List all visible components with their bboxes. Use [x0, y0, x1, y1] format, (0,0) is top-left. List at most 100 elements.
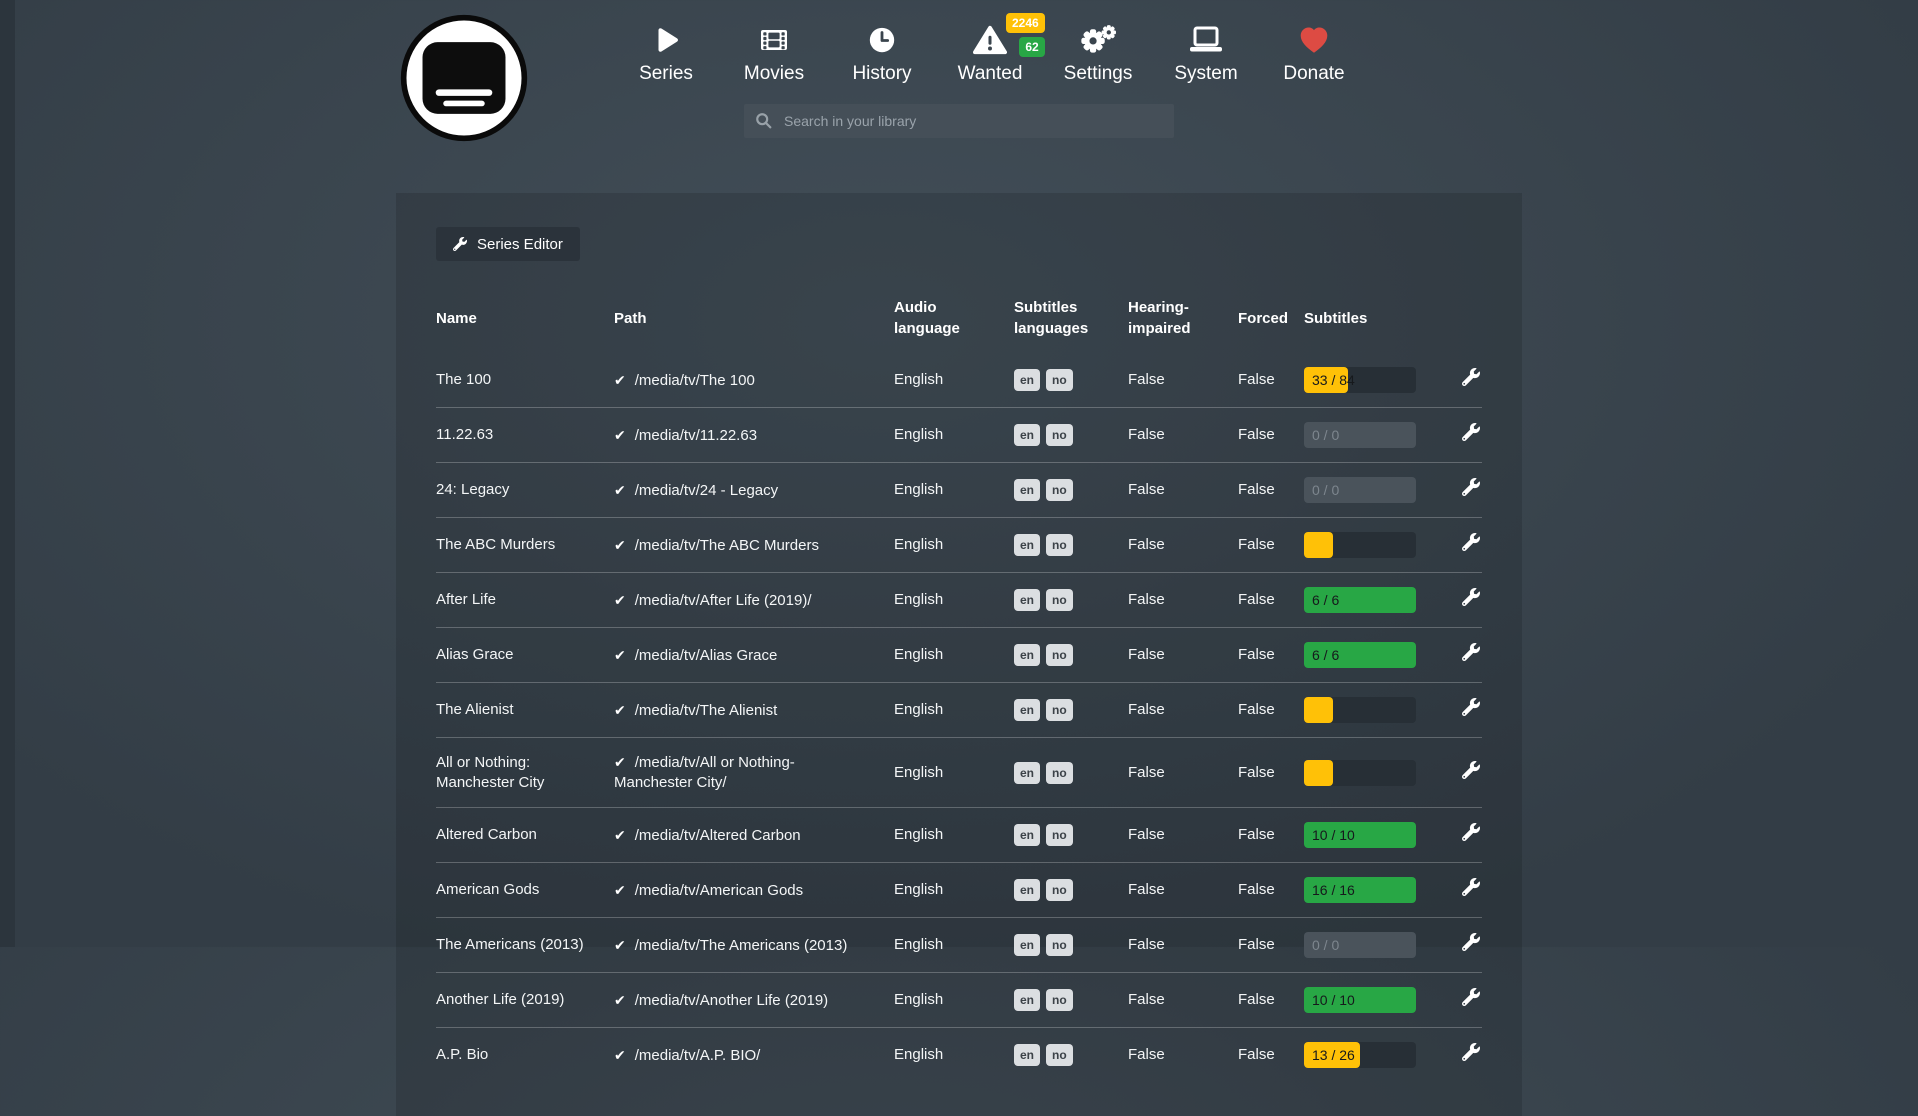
edit-series-button[interactable] — [1462, 988, 1480, 1009]
series-name[interactable]: Altered Carbon — [436, 826, 537, 843]
hearing-impaired-value: False — [1128, 1028, 1238, 1083]
edit-series-button[interactable] — [1462, 878, 1480, 899]
series-row: All or Nothing: Manchester City ✔/media/… — [436, 738, 1482, 808]
series-table: Name Path Audio language Subtitles langu… — [436, 297, 1482, 1082]
language-badge: no — [1046, 644, 1073, 666]
check-icon: ✔ — [614, 1047, 626, 1063]
edit-series-button[interactable] — [1462, 761, 1480, 782]
nav-item-donate[interactable]: Donate — [1270, 22, 1358, 85]
check-icon: ✔ — [614, 647, 626, 663]
edit-series-button[interactable] — [1462, 1043, 1480, 1064]
series-path: /media/tv/After Life (2019)/ — [635, 592, 812, 609]
series-row: 24: Legacy ✔/media/tv/24 - Legacy Englis… — [436, 463, 1482, 518]
wrench-icon — [1462, 423, 1480, 441]
subtitles-progress-label: 13 / 26 — [1312, 1042, 1355, 1068]
audio-language-value: English — [894, 863, 1014, 918]
check-icon: ✔ — [614, 882, 626, 898]
series-name[interactable]: All or Nothing: Manchester City — [436, 754, 544, 791]
nav-item-movies[interactable]: Movies — [730, 22, 818, 85]
series-name[interactable]: The 100 — [436, 371, 491, 388]
wanted-badges: 2246 62 — [1006, 13, 1045, 57]
subtitles-languages-badges: enno — [1014, 573, 1128, 628]
series-name[interactable]: The ABC Murders — [436, 536, 555, 553]
series-name[interactable]: American Gods — [436, 881, 539, 898]
wrench-icon — [1462, 823, 1480, 841]
hearing-impaired-value: False — [1128, 973, 1238, 1028]
series-name[interactable]: The Alienist — [436, 701, 514, 718]
series-name[interactable]: The Americans (2013) — [436, 936, 584, 953]
language-badge: en — [1014, 699, 1040, 721]
nav-label: Settings — [1064, 63, 1133, 85]
language-badge: en — [1014, 762, 1040, 784]
forced-value: False — [1238, 683, 1304, 738]
search-row — [396, 104, 1522, 138]
gears-icon — [1080, 22, 1116, 58]
subtitles-languages-badges: enno — [1014, 863, 1128, 918]
audio-language-value: English — [894, 353, 1014, 408]
hearing-impaired-value: False — [1128, 863, 1238, 918]
check-icon: ✔ — [614, 754, 626, 770]
check-icon: ✔ — [614, 372, 626, 388]
nav-item-settings[interactable]: Settings — [1054, 22, 1142, 85]
language-badge: no — [1046, 989, 1073, 1011]
wrench-icon — [1462, 368, 1480, 386]
language-badge: no — [1046, 534, 1073, 556]
edit-series-button[interactable] — [1462, 588, 1480, 609]
series-name[interactable]: After Life — [436, 591, 496, 608]
search-input[interactable] — [782, 112, 1163, 130]
language-badge: no — [1046, 699, 1073, 721]
nav-item-series[interactable]: Series — [622, 22, 710, 85]
hearing-impaired-value: False — [1128, 738, 1238, 808]
subtitles-progress-fill — [1304, 532, 1333, 558]
check-icon: ✔ — [614, 937, 626, 953]
edit-series-button[interactable] — [1462, 423, 1480, 444]
subtitles-progress-label: 0 / 0 — [1312, 477, 1339, 503]
series-path: /media/tv/Another Life (2019) — [635, 992, 828, 1009]
hearing-impaired-value: False — [1128, 573, 1238, 628]
wrench-icon — [1462, 1043, 1480, 1061]
hearing-impaired-value: False — [1128, 353, 1238, 408]
series-row: The Americans (2013) ✔ /media/tv/The Amer… — [436, 918, 1482, 973]
nav-item-system[interactable]: System — [1162, 22, 1250, 85]
forced-value: False — [1238, 628, 1304, 683]
language-badge: en — [1014, 934, 1040, 956]
series-name[interactable]: Another Life (2019) — [436, 991, 564, 1008]
language-badge: no — [1046, 879, 1073, 901]
subtitles-progress-bar — [1304, 697, 1416, 723]
forced-value: False — [1238, 463, 1304, 518]
nav-label: Movies — [744, 63, 804, 85]
wrench-icon — [1462, 761, 1480, 779]
subtitles-progress-bar: 6 / 6 — [1304, 642, 1416, 668]
series-name[interactable]: Alias Grace — [436, 646, 514, 663]
series-name[interactable]: A.P. Bio — [436, 1046, 488, 1063]
wrench-icon — [1462, 478, 1480, 496]
subtitles-progress-label: 10 / 10 — [1312, 987, 1355, 1013]
nav-item-wanted[interactable]: Wanted 2246 62 — [946, 22, 1034, 85]
language-badge: no — [1046, 589, 1073, 611]
nav-item-history[interactable]: History — [838, 22, 926, 85]
series-editor-button[interactable]: Series Editor — [436, 227, 580, 261]
language-badge: en — [1014, 369, 1040, 391]
series-path: /media/tv/A.P. BIO/ — [635, 1047, 761, 1064]
col-header-actions — [1438, 297, 1482, 353]
top-bar: Series Movies — [396, 0, 1522, 162]
warning-triangle-icon — [973, 22, 1007, 58]
edit-series-button[interactable] — [1462, 533, 1480, 554]
edit-series-button[interactable] — [1462, 643, 1480, 664]
edit-series-button[interactable] — [1462, 698, 1480, 719]
edit-series-button[interactable] — [1462, 933, 1480, 954]
play-icon — [651, 22, 681, 58]
search-box — [744, 104, 1174, 138]
series-path: /media/tv/The ABC Murders — [635, 537, 819, 554]
wrench-icon — [1462, 988, 1480, 1006]
series-name[interactable]: 11.22.63 — [436, 426, 493, 443]
subtitles-progress-bar: 16 / 16 — [1304, 877, 1416, 903]
edit-series-button[interactable] — [1462, 368, 1480, 389]
edit-series-button[interactable] — [1462, 823, 1480, 844]
series-name[interactable]: 24: Legacy — [436, 481, 509, 498]
subtitles-progress-bar: 0 / 0 — [1304, 422, 1416, 448]
edit-series-button[interactable] — [1462, 478, 1480, 499]
forced-value: False — [1238, 353, 1304, 408]
series-path: /media/tv/The Americans (2013) — [635, 937, 848, 954]
audio-language-value: English — [894, 973, 1014, 1028]
